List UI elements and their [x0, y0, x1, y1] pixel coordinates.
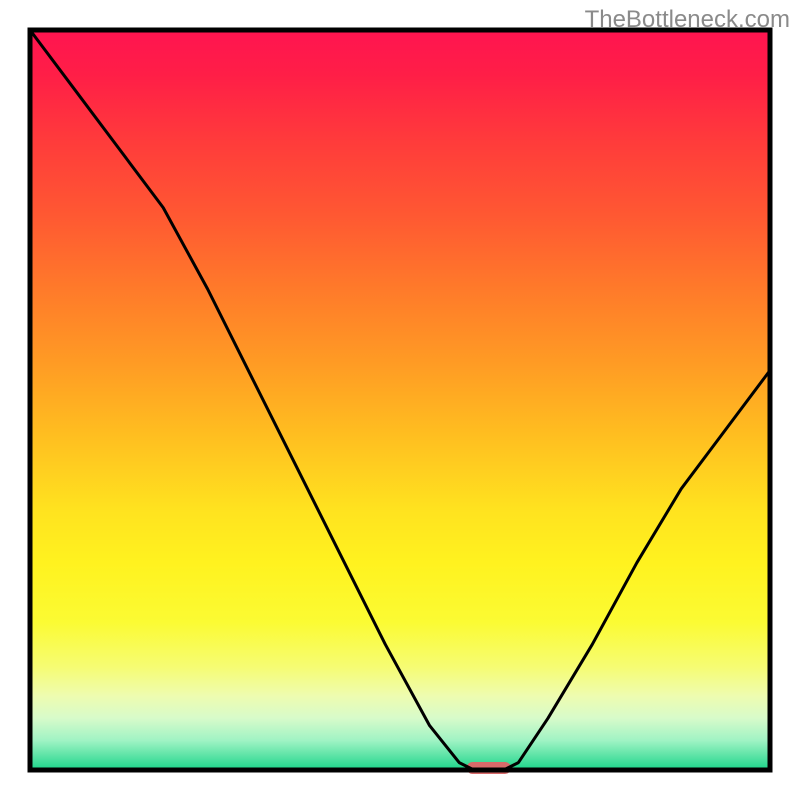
gradient-background — [30, 30, 770, 770]
chart-svg — [0, 0, 800, 800]
bottleneck-chart: TheBottleneck.com — [0, 0, 800, 800]
watermark-text: TheBottleneck.com — [585, 6, 790, 34]
